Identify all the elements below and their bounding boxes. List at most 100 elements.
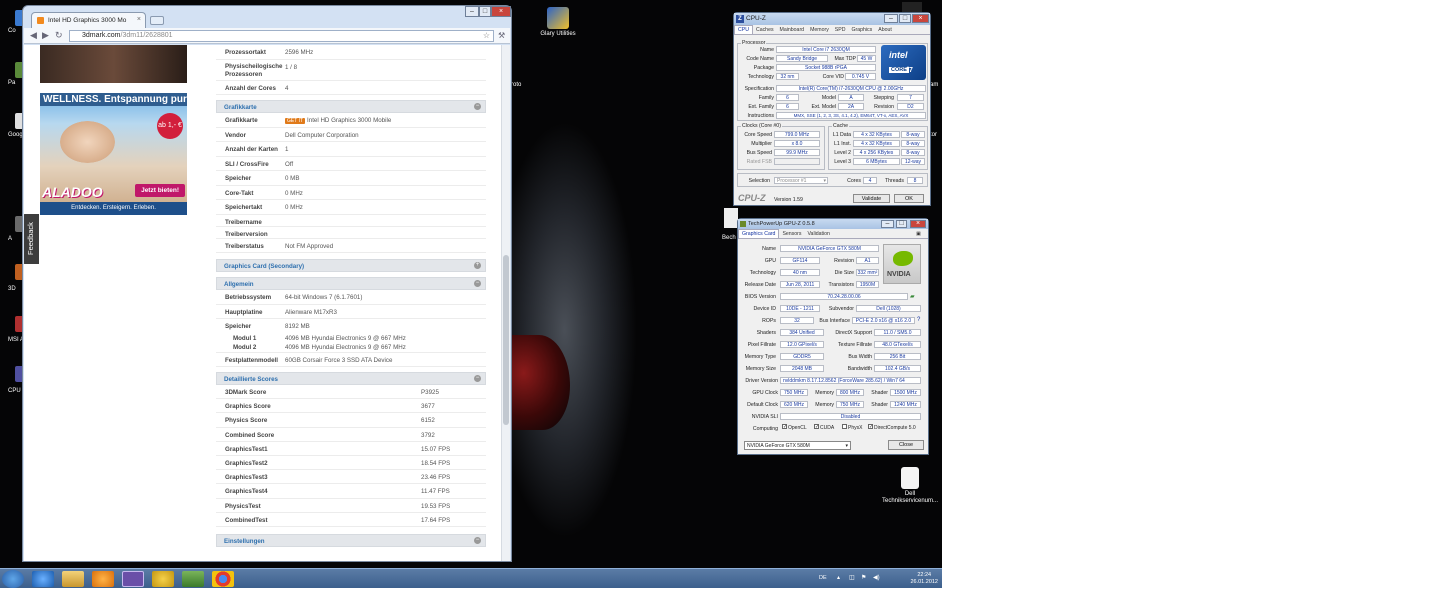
checkbox-unchecked-icon[interactable] (842, 424, 847, 430)
compute-cuda[interactable]: ✓CUDA (814, 424, 834, 431)
back-icon[interactable]: ◀ (30, 31, 37, 40)
collapse-icon[interactable]: − (474, 536, 481, 544)
tab-graphics-card[interactable]: Graphics Card (738, 229, 780, 238)
gpuz-taskbar-icon[interactable] (182, 571, 204, 587)
gpuz-titlebar[interactable]: TechPowerUp GPU-Z 0.5.8 – □ × (738, 219, 928, 229)
minimize-button[interactable]: – (884, 14, 898, 23)
checkbox-checked-icon[interactable]: ✓ (868, 424, 873, 430)
start-button[interactable] (2, 570, 24, 588)
nvidia-eye-icon (893, 251, 913, 266)
tab-graphics[interactable]: Graphics (848, 26, 875, 34)
bookmark-star-icon[interactable]: ☆ (483, 31, 490, 40)
network-icon[interactable]: ◫ (849, 574, 855, 581)
expand-icon[interactable]: + (474, 262, 481, 269)
detail-row: Core-Takt 0 MHz (216, 186, 486, 200)
checkbox-checked-icon[interactable]: ✓ (814, 424, 819, 430)
score-key: CombinedTest (225, 516, 268, 524)
tab-about[interactable]: About (875, 26, 895, 34)
new-tab-button[interactable] (150, 16, 164, 25)
detail-row: SLI / CrossFire Off (216, 157, 486, 171)
desktop-icon-dell-techniker[interactable]: Dell Technikservicenum... (880, 467, 940, 505)
feedback-tab[interactable]: Feedback (24, 214, 39, 264)
compute-physx[interactable]: PhysX (842, 424, 862, 431)
section-header-scores[interactable]: Detaillierte Scores − (216, 372, 486, 385)
section-header-secondary[interactable]: Graphics Card (Secondary) + (216, 259, 486, 272)
section-header-grafikkarte[interactable]: Grafikkarte − (216, 100, 486, 113)
tab-close-icon[interactable]: × (137, 16, 141, 23)
maximize-button[interactable]: □ (896, 220, 907, 228)
cpuz-taskbar-icon[interactable] (122, 571, 144, 587)
minimize-button[interactable]: – (465, 6, 479, 17)
technology-value: 32 nm (776, 73, 799, 80)
intel-logo-text: intel (889, 50, 908, 60)
explorer-folder-icon[interactable] (62, 571, 84, 587)
tab-cpu[interactable]: CPU (734, 25, 753, 34)
forward-icon[interactable]: ▶ (42, 31, 49, 40)
tab-validation[interactable]: Validation (804, 230, 832, 238)
ok-button[interactable]: OK (894, 194, 924, 203)
media-player-icon[interactable] (92, 571, 114, 587)
compute-directcompute[interactable]: ✓DirectCompute 5.0 (868, 424, 916, 431)
tab-sensors[interactable]: Sensors (779, 230, 804, 238)
scrollbar-thumb[interactable] (503, 255, 509, 425)
notes-taskbar-icon[interactable] (152, 571, 174, 587)
get-it-badge[interactable]: GET IT (285, 118, 306, 124)
section-header-einstellungen[interactable]: Einstellungen − (216, 533, 486, 547)
maximize-button[interactable]: □ (479, 6, 491, 17)
gpu-select-dropdown[interactable]: NVIDIA GeForce GTX 580M ▾ (744, 441, 851, 450)
field-label: Device ID (753, 306, 777, 312)
processor-select[interactable]: Processor #1 ▾ (774, 177, 828, 184)
desktop-icon-glary-utilities[interactable]: Glary Utilities (528, 7, 588, 38)
close-button[interactable]: Close (888, 440, 924, 450)
camera-icon[interactable]: ▣ (913, 230, 924, 238)
language-indicator[interactable]: DE (819, 575, 827, 581)
desktop-label-partial: Goog (8, 132, 23, 138)
chrome-taskbar-icon[interactable] (212, 571, 234, 587)
validate-button[interactable]: Validate (853, 194, 890, 203)
close-window-button[interactable]: × (912, 14, 929, 23)
checkbox-checked-icon[interactable]: ✓ (782, 424, 787, 430)
collapse-icon[interactable]: − (474, 375, 481, 382)
compute-opencl[interactable]: ✓OpenCL (782, 424, 807, 431)
score-value: 11.47 FPS (421, 488, 450, 496)
system-tray: DE ▴ ◫ ⚑ ◀) 22:24 26.01.2012 (817, 569, 942, 588)
tab-memory[interactable]: Memory (807, 26, 832, 34)
top-banner-image[interactable] (40, 45, 187, 83)
field-label: GPU (764, 258, 776, 264)
page-scrollbar[interactable] (501, 45, 510, 561)
close-window-button[interactable]: × (491, 6, 511, 17)
internet-explorer-icon[interactable] (32, 571, 54, 587)
volume-icon[interactable]: ◀) (873, 574, 880, 581)
maximize-button[interactable]: □ (899, 14, 911, 23)
clock-time: 22:24 (917, 572, 932, 578)
tab-spd[interactable]: SPD (832, 26, 849, 34)
address-bar[interactable]: 3dmark.com/3dm11/2628801 ☆ (69, 30, 494, 42)
desktop-icon-partial[interactable] (724, 208, 738, 228)
ad-cta-button[interactable]: Jetzt bieten! (135, 184, 185, 197)
url-domain: 3dmark.com (82, 32, 121, 39)
close-window-button[interactable]: × (910, 220, 926, 228)
minimize-button[interactable]: – (881, 220, 894, 228)
wrench-icon[interactable]: ⚒ (498, 31, 505, 40)
tray-expand-icon[interactable]: ▴ (837, 574, 840, 581)
collapse-icon[interactable]: − (474, 280, 481, 287)
desktop-label-partial: am (930, 82, 939, 88)
cpuz-titlebar[interactable]: Z CPU-Z – □ × (734, 13, 930, 25)
advertisement[interactable]: WELLNESS. Entspannung pur ab 1,- € ALADO… (40, 93, 187, 215)
browser-tab[interactable]: Intel HD Graphics 3000 Mo × (31, 12, 146, 28)
detail-value: GET IT Intel HD Graphics 3000 Mobile (285, 117, 391, 124)
bios-save-icon[interactable]: ▰ (910, 293, 915, 300)
reload-icon[interactable]: ↻ (55, 31, 63, 40)
desktop-label-partial: A (8, 236, 13, 242)
flag-icon[interactable]: ⚑ (861, 574, 866, 581)
wallpaper-alien-head (512, 95, 662, 565)
tab-mainboard[interactable]: Mainboard (777, 26, 808, 34)
section-header-allgemein[interactable]: Allgemein − (216, 277, 486, 290)
tab-caches[interactable]: Caches (753, 26, 777, 34)
help-icon[interactable]: ? (917, 317, 920, 323)
detail-key: Treiberstatus (225, 242, 264, 250)
compute-label: OpenCL (788, 425, 807, 431)
bandwidth-value: 102.4 GB/s (874, 365, 921, 372)
collapse-icon[interactable]: − (474, 103, 481, 110)
clock[interactable]: 22:24 26.01.2012 (910, 572, 938, 586)
